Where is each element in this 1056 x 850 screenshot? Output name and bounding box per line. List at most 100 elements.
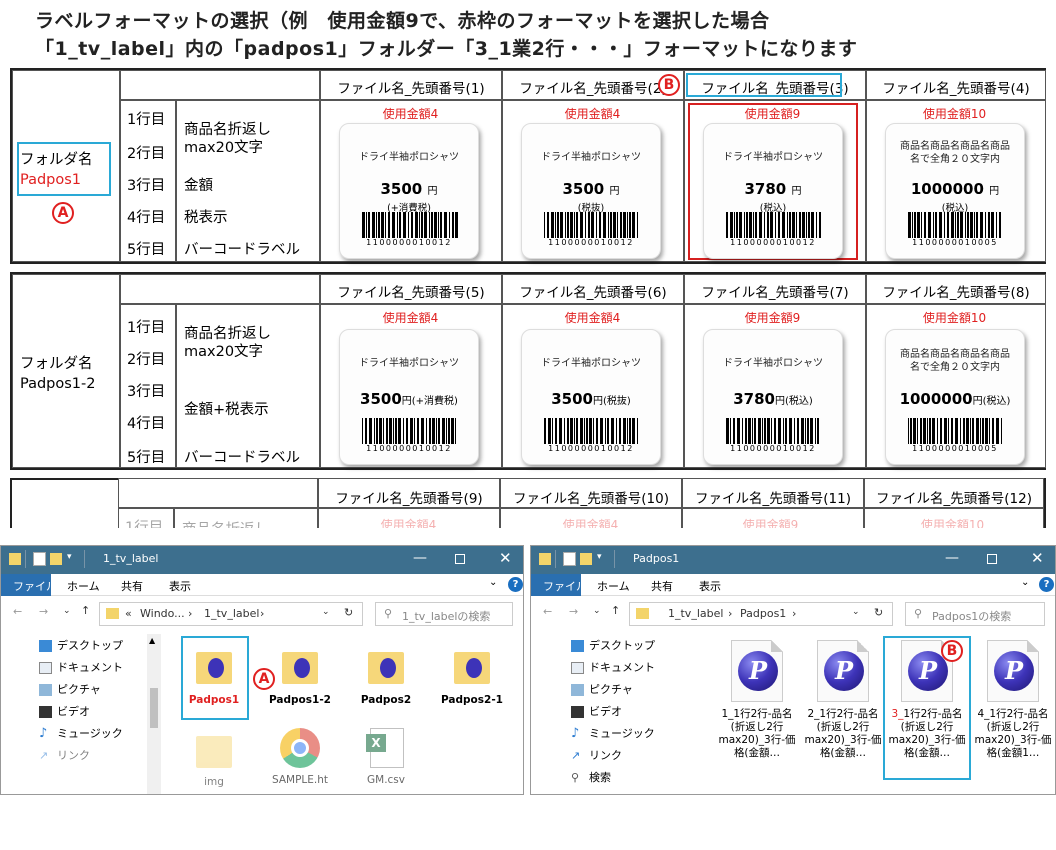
minimize-icon[interactable]: — bbox=[413, 550, 427, 566]
scroll-up-icon[interactable]: ▲ bbox=[149, 636, 155, 645]
price: 3500 bbox=[551, 390, 593, 408]
address-bar[interactable]: « Windo... › 1_tv_label › ⌄ ↻ bbox=[99, 602, 363, 626]
breadcrumb-item[interactable]: Padpos1 bbox=[740, 607, 786, 620]
properties-icon[interactable] bbox=[563, 552, 576, 566]
quick-access-icon[interactable] bbox=[539, 553, 551, 565]
sidebar-item-documents[interactable]: ドキュメント bbox=[571, 659, 655, 677]
help-icon[interactable]: ? bbox=[1039, 577, 1054, 592]
expand-ribbon-icon[interactable]: ⌄ bbox=[489, 577, 497, 588]
folder-item[interactable]: Padpos2 bbox=[341, 648, 431, 706]
barcode-bar bbox=[914, 212, 916, 238]
sidebar-item-links[interactable]: ↗ リンク bbox=[571, 747, 622, 765]
file-name: 3_1行2行-品名(折返し2行max20)_3行-価格(金額… bbox=[888, 708, 966, 759]
recent-locations-icon[interactable]: ⌄ bbox=[63, 606, 71, 616]
format-file-item[interactable]: P 1_1行2行-品名(折返し2行max20)_3行-価格(金額… bbox=[715, 640, 799, 760]
file-item[interactable]: SAMPLE.ht bbox=[255, 728, 345, 786]
sidebar-item-videos[interactable]: ビデオ bbox=[571, 703, 622, 721]
format-file-item[interactable]: P 4_1行2行-品名(折返し2行max20)_3行-価格(金額1… bbox=[971, 640, 1055, 760]
tab-home[interactable]: ホーム bbox=[597, 578, 630, 594]
scroll-thumb[interactable] bbox=[150, 688, 158, 728]
format-table-padpos1: フォルダ名 Padpos1 A 1行目 2行目 3行目 4行目 5行目 商品名折… bbox=[10, 68, 1046, 264]
label-preview-8[interactable]: 商品名商品名商品名商品名で全角２０文字内 1000000円(税込) 110000… bbox=[885, 329, 1025, 465]
forward-icon[interactable]: → bbox=[39, 605, 48, 618]
barcode-bar bbox=[403, 212, 406, 238]
help-icon[interactable]: ? bbox=[508, 577, 523, 592]
close-icon[interactable]: ✕ bbox=[1031, 549, 1044, 567]
folder-item[interactable]: img bbox=[169, 732, 259, 788]
address-dropdown-icon[interactable]: ⌄ bbox=[852, 607, 860, 617]
sidebar-item-links[interactable]: ↗ リンク bbox=[39, 747, 90, 765]
customize-qat-icon[interactable]: ▾ bbox=[597, 552, 602, 562]
barcode bbox=[362, 212, 458, 238]
price: 3500 bbox=[562, 180, 605, 198]
refresh-icon[interactable]: ↻ bbox=[344, 606, 353, 619]
maximize-icon[interactable] bbox=[455, 554, 465, 564]
padpos-file-icon: P bbox=[731, 640, 783, 702]
sidebar-item-documents[interactable]: ドキュメント bbox=[39, 659, 123, 677]
label-preview-4[interactable]: 商品名商品名商品名商品名で全角２０文字内 1000000 円 (税込) 1100… bbox=[885, 123, 1025, 259]
folder-item[interactable]: Padpos1 bbox=[169, 648, 259, 706]
recent-locations-icon[interactable]: ⌄ bbox=[593, 606, 601, 616]
tab-file[interactable]: ファイル bbox=[13, 578, 57, 594]
folder-icon bbox=[106, 608, 119, 619]
row-label: 5行目 bbox=[127, 242, 166, 258]
sidebar-scrollbar[interactable]: ▲ bbox=[147, 634, 161, 794]
barcode-bar bbox=[733, 418, 735, 444]
tab-share[interactable]: 共有 bbox=[651, 578, 673, 594]
sidebar-item-music[interactable]: ♪ ミュージック bbox=[39, 725, 123, 743]
new-folder-icon[interactable] bbox=[580, 553, 592, 565]
sidebar-item-desktop[interactable]: デスクトップ bbox=[39, 637, 123, 655]
close-icon[interactable]: ✕ bbox=[499, 549, 512, 567]
folder-item[interactable]: Padpos2-1 bbox=[427, 648, 517, 706]
back-icon[interactable]: ← bbox=[13, 605, 22, 618]
sidebar-item-pictures[interactable]: ピクチャ bbox=[571, 681, 633, 699]
barcode-bar bbox=[951, 212, 954, 238]
search-box[interactable]: ⚲ 1_tv_labelの検索 bbox=[375, 602, 513, 626]
refresh-icon[interactable]: ↻ bbox=[874, 606, 883, 619]
tab-home[interactable]: ホーム bbox=[67, 578, 100, 594]
label-preview-6[interactable]: ドライ半袖ポロシャツ 3500円(税抜) 1100000010012 bbox=[521, 329, 661, 465]
forward-icon[interactable]: → bbox=[569, 605, 578, 618]
maximize-icon[interactable] bbox=[987, 554, 997, 564]
barcode-bar bbox=[424, 212, 427, 238]
file-item[interactable]: X GM.csv bbox=[341, 728, 431, 786]
breadcrumb-item[interactable]: 1_tv_label bbox=[204, 607, 259, 620]
sidebar-item-desktop[interactable]: デスクトップ bbox=[571, 637, 655, 655]
label-preview-7[interactable]: ドライ半袖ポロシャツ 3780円(税込) 1100000010012 bbox=[703, 329, 843, 465]
barcode-bar bbox=[917, 212, 920, 238]
search-box[interactable]: ⚲ Padpos1の検索 bbox=[905, 602, 1045, 626]
tab-share[interactable]: 共有 bbox=[121, 578, 143, 594]
barcode-bar bbox=[388, 212, 390, 238]
up-icon[interactable]: ↑ bbox=[81, 604, 90, 617]
window-title: Padpos1 bbox=[633, 552, 680, 565]
properties-icon[interactable] bbox=[33, 552, 46, 566]
sidebar-item-music[interactable]: ♪ ミュージック bbox=[571, 725, 655, 743]
expand-ribbon-icon[interactable]: ⌄ bbox=[1021, 577, 1029, 588]
minimize-icon[interactable]: — bbox=[945, 550, 959, 566]
sidebar-item-search[interactable]: ⚲ 検索 bbox=[571, 769, 611, 787]
search-input[interactable]: 1_tv_labelの検索 bbox=[402, 608, 490, 624]
address-dropdown-icon[interactable]: ⌄ bbox=[322, 607, 330, 617]
label-preview-3[interactable]: ドライ半袖ポロシャツ 3780 円 (税込) 1100000010012 bbox=[703, 123, 843, 259]
tab-file[interactable]: ファイル bbox=[543, 578, 587, 594]
new-folder-icon[interactable] bbox=[50, 553, 62, 565]
label-preview-5[interactable]: ドライ半袖ポロシャツ 3500円(+消費税) 1100000010012 bbox=[339, 329, 479, 465]
search-input[interactable]: Padpos1の検索 bbox=[932, 608, 1011, 624]
back-icon[interactable]: ← bbox=[543, 605, 552, 618]
label-preview-1[interactable]: ドライ半袖ポロシャツ 3500 円 (+消費税) 1100000010012 bbox=[339, 123, 479, 259]
breadcrumb-item[interactable]: 1_tv_label bbox=[668, 607, 723, 620]
address-bar[interactable]: 1_tv_label › Padpos1 › ⌄ ↻ bbox=[629, 602, 893, 626]
sidebar-item-videos[interactable]: ビデオ bbox=[39, 703, 90, 721]
label-preview-2[interactable]: ドライ半袖ポロシャツ 3500 円 (税抜) 1100000010012 bbox=[521, 123, 661, 259]
folder-item[interactable]: Padpos1-2 bbox=[255, 648, 345, 706]
tab-view[interactable]: 表示 bbox=[169, 578, 191, 594]
up-icon[interactable]: ↑ bbox=[611, 604, 620, 617]
barcode-bar bbox=[620, 212, 622, 238]
sidebar-item-pictures[interactable]: ピクチャ bbox=[39, 681, 101, 699]
breadcrumb-item[interactable]: Windo... bbox=[140, 607, 185, 620]
customize-qat-icon[interactable]: ▾ bbox=[67, 552, 72, 562]
format-file-item[interactable]: P 2_1行2行-品名(折返し2行max20)_3行-価格(金額… bbox=[801, 640, 885, 760]
tab-view[interactable]: 表示 bbox=[699, 578, 721, 594]
quick-access-icon[interactable] bbox=[9, 553, 21, 565]
barcode-bar bbox=[574, 418, 575, 444]
